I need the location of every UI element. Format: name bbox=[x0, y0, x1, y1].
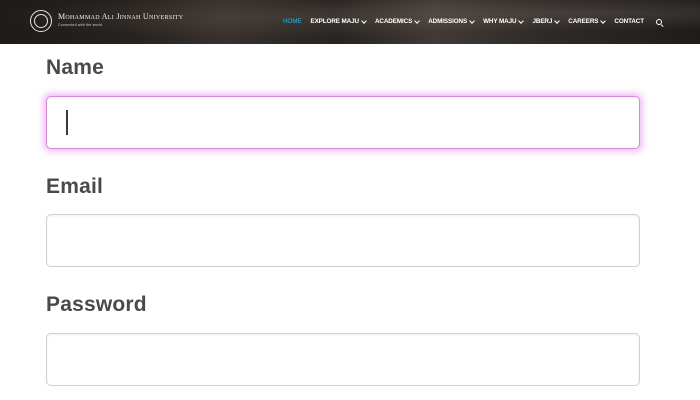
university-logo[interactable]: Mohammad Ali Jinnah University Connected… bbox=[30, 10, 183, 32]
nav-item-jberj[interactable]: JBERJ bbox=[532, 17, 561, 25]
email-label: Email bbox=[46, 175, 104, 198]
chevron-down-icon bbox=[414, 17, 421, 24]
nav-item-admissions[interactable]: ADMISSIONS bbox=[428, 17, 475, 25]
password-label: Password bbox=[46, 293, 147, 316]
brand-name: Mohammad Ali Jinnah University bbox=[58, 12, 184, 21]
nav-item-academics[interactable]: ACADEMICS bbox=[375, 17, 421, 25]
nav-item-contact[interactable]: CONTACT bbox=[614, 18, 644, 25]
name-label: Name bbox=[46, 56, 104, 79]
nav-item-careers[interactable]: CAREERS bbox=[568, 17, 607, 25]
top-navbar: Mohammad Ali Jinnah University Connected… bbox=[0, 0, 700, 44]
search-icon[interactable] bbox=[656, 18, 664, 27]
chevron-down-icon bbox=[469, 17, 475, 24]
chevron-down-icon bbox=[600, 17, 607, 24]
university-seal-icon bbox=[30, 10, 52, 32]
nav-item-why-maju[interactable]: WHY MAJU bbox=[483, 17, 525, 25]
chevron-down-icon bbox=[518, 17, 525, 24]
nav-item-explore-maju[interactable]: EXPLORE MAJU bbox=[310, 17, 367, 25]
nav-item-home[interactable]: HOME bbox=[283, 18, 302, 25]
brand-tagline: Connected with the world bbox=[58, 23, 103, 27]
email-field[interactable] bbox=[46, 214, 640, 267]
main-nav: HOME EXPLORE MAJU ACADEMICS ADMISSIONS W… bbox=[283, 17, 664, 27]
chevron-down-icon bbox=[554, 17, 561, 24]
name-field[interactable] bbox=[46, 96, 640, 149]
chevron-down-icon bbox=[361, 17, 367, 24]
text-cursor bbox=[66, 110, 68, 135]
password-field[interactable] bbox=[46, 333, 640, 386]
